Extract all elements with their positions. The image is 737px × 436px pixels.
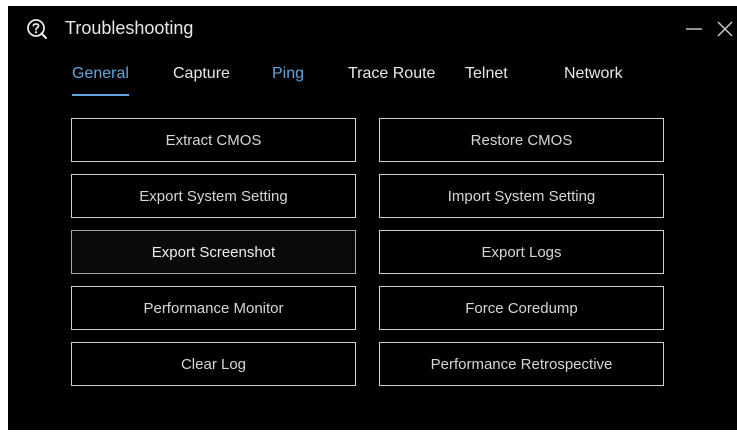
tab-network[interactable]: Network [564, 64, 623, 96]
close-icon[interactable] [714, 18, 736, 40]
tab-capture[interactable]: Capture [173, 64, 230, 96]
performance-retrospective-button[interactable]: Performance Retrospective [379, 342, 664, 386]
force-coredump-button[interactable]: Force Coredump [379, 286, 664, 330]
export-logs-button[interactable]: Export Logs [379, 230, 664, 274]
window-title: Troubleshooting [65, 18, 194, 38]
tab-telnet-label: Telnet [465, 65, 508, 82]
tab-trace-route[interactable]: Trace Route [348, 64, 435, 96]
tab-ping-label: Ping [272, 65, 305, 82]
export-system-setting-button[interactable]: Export System Setting [71, 174, 356, 218]
performance-monitor-button[interactable]: Performance Monitor [71, 286, 356, 330]
clear-log-button[interactable]: Clear Log [71, 342, 356, 386]
extract-cmos-button[interactable]: Extract CMOS [71, 118, 356, 162]
troubleshooting-window: Troubleshooting General Capture Ping Tra… [0, 0, 737, 436]
tab-bar: General Capture Ping Trace Route Telnet … [8, 60, 737, 102]
tab-network-label: Network [564, 65, 623, 82]
minimize-icon[interactable] [683, 18, 705, 40]
import-system-setting-button[interactable]: Import System Setting [379, 174, 664, 218]
tab-general[interactable]: General [72, 64, 129, 96]
tab-telnet[interactable]: Telnet [465, 64, 508, 96]
active-tab-indicator [72, 94, 129, 96]
title-bar: Troubleshooting [8, 6, 737, 52]
tab-trace-route-label: Trace Route [348, 65, 436, 82]
tab-general-label: General [72, 65, 129, 82]
restore-cmos-button[interactable]: Restore CMOS [379, 118, 664, 162]
tab-ping[interactable]: Ping [272, 64, 304, 96]
export-screenshot-button[interactable]: Export Screenshot [71, 230, 356, 274]
tab-capture-label: Capture [173, 65, 230, 82]
help-wrench-icon [26, 18, 48, 40]
troubleshooting-panel: Troubleshooting General Capture Ping Tra… [8, 6, 737, 430]
